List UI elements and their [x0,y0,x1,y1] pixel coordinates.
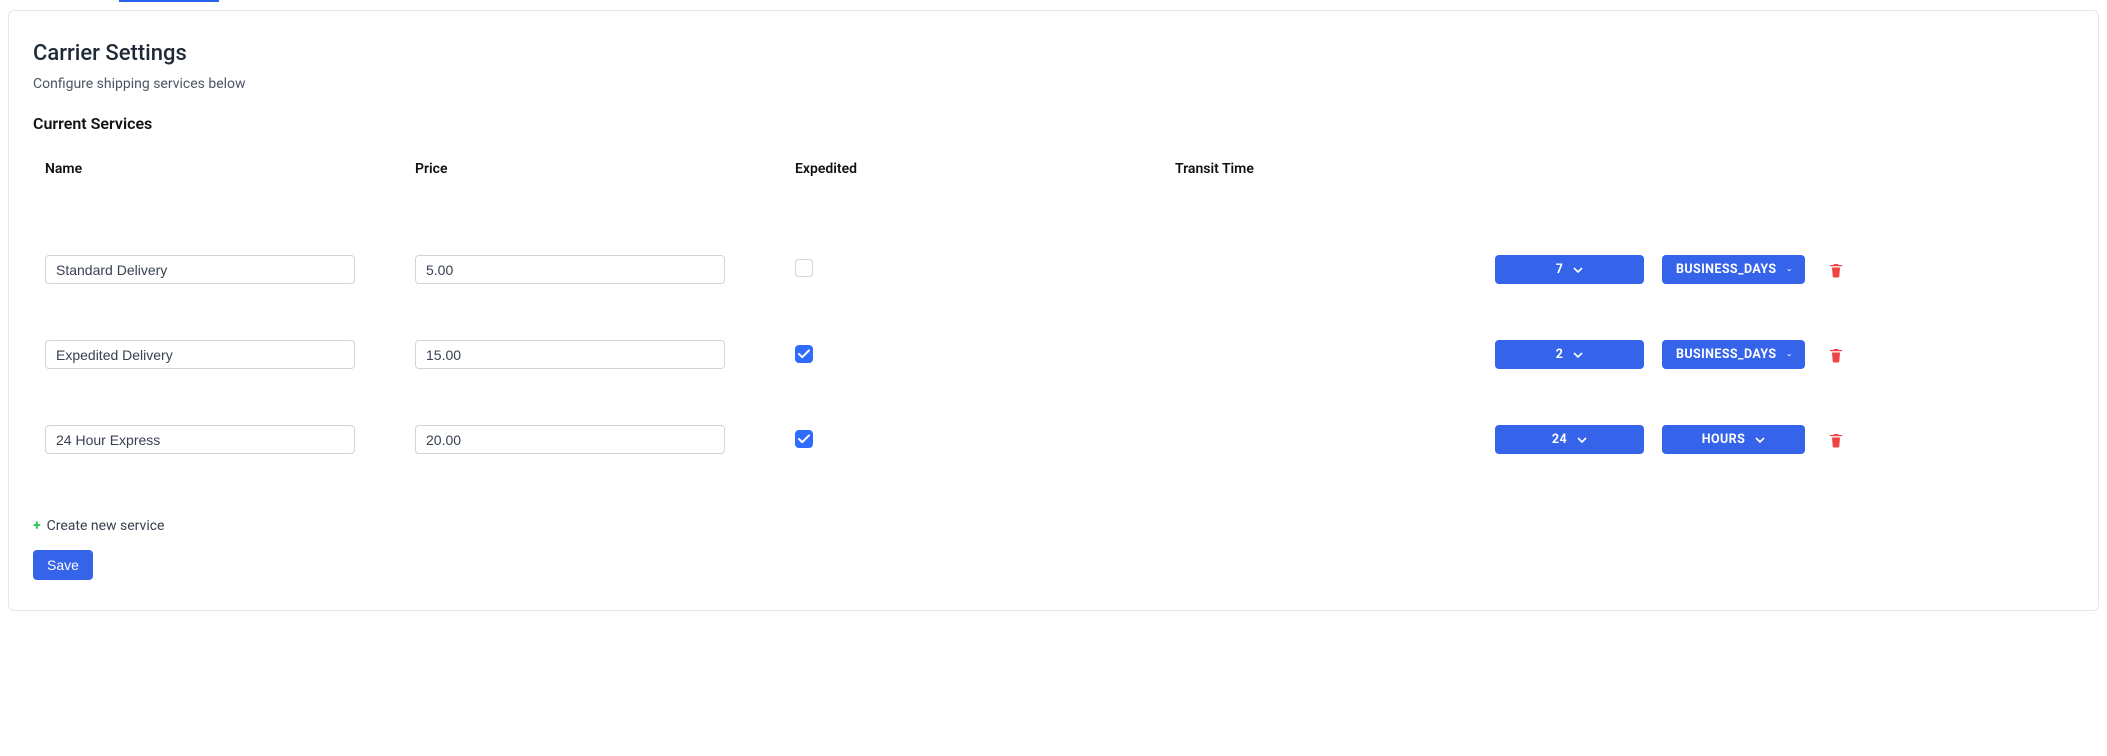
transit-unit-label: BUSINESS_DAYS [1676,347,1777,362]
transit-value-label: 24 [1552,432,1567,447]
table-header-row: Name Price Expedited Transit Time [33,161,2074,177]
chevron-down-icon [1787,350,1791,360]
section-heading: Current Services [33,114,2074,133]
page-title: Carrier Settings [33,41,2074,66]
services-table: Name Price Expedited Transit Time [33,161,2074,482]
transit-unit-dropdown[interactable]: BUSINESS_DAYS [1662,340,1805,369]
chevron-down-icon [1787,265,1791,275]
create-service-button[interactable]: + Create new service [33,518,165,534]
transit-value-label: 2 [1556,347,1564,362]
transit-value-dropdown[interactable]: 24 [1495,425,1644,454]
table-row: 7 BUSINESS_DAYS [33,227,2074,312]
delete-row-button[interactable] [1827,261,1845,279]
col-transit: Transit Time [1175,161,1495,177]
trash-icon [1828,432,1844,448]
check-icon [798,433,810,445]
trash-icon [1828,347,1844,363]
col-name: Name [33,161,415,177]
trash-icon [1828,262,1844,278]
transit-unit-label: BUSINESS_DAYS [1676,262,1777,277]
chevron-down-icon [1577,435,1587,445]
chevron-down-icon [1573,265,1583,275]
plus-icon: + [33,518,41,534]
carrier-settings-panel: Carrier Settings Configure shipping serv… [8,10,2099,611]
transit-unit-dropdown[interactable]: HOURS [1662,425,1805,454]
delete-row-button[interactable] [1827,431,1845,449]
col-price: Price [415,161,795,177]
service-name-input[interactable] [45,340,355,369]
col-expedited: Expedited [795,161,1175,177]
table-row: 24 HOURS [33,397,2074,482]
chevron-down-icon [1573,350,1583,360]
save-button[interactable]: Save [33,550,93,580]
table-row: 2 BUSINESS_DAYS [33,312,2074,397]
expedited-checkbox[interactable] [795,259,813,277]
page-subtitle: Configure shipping services below [33,76,2074,92]
check-icon [798,348,810,360]
transit-value-dropdown[interactable]: 2 [1495,340,1644,369]
delete-row-button[interactable] [1827,346,1845,364]
transit-value-dropdown[interactable]: 7 [1495,255,1644,284]
service-price-input[interactable] [415,425,725,454]
transit-unit-label: HOURS [1702,432,1745,447]
transit-value-label: 7 [1556,262,1564,277]
service-name-input[interactable] [45,425,355,454]
service-name-input[interactable] [45,255,355,284]
expedited-checkbox[interactable] [795,430,813,448]
service-price-input[interactable] [415,340,725,369]
chevron-down-icon [1755,435,1765,445]
transit-unit-dropdown[interactable]: BUSINESS_DAYS [1662,255,1805,284]
service-price-input[interactable] [415,255,725,284]
expedited-checkbox[interactable] [795,345,813,363]
create-service-label: Create new service [47,518,165,534]
